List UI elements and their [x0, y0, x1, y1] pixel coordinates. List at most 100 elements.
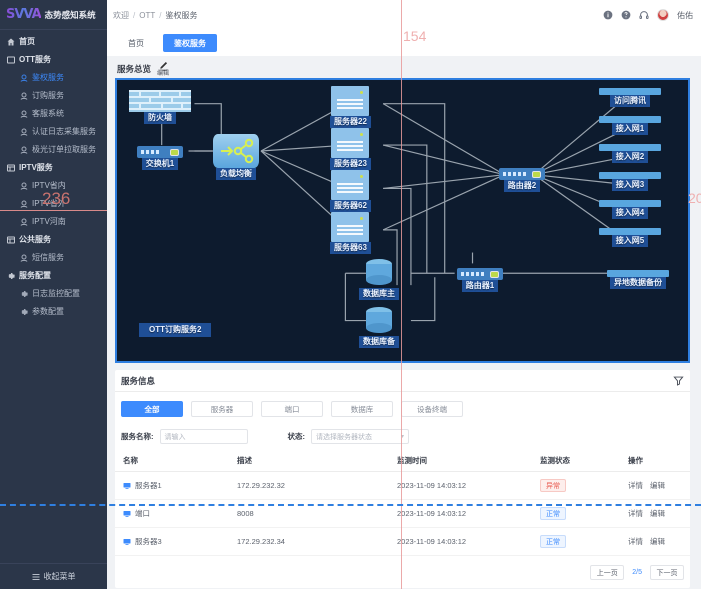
chip-server[interactable]: 服务器	[191, 401, 253, 417]
avatar[interactable]	[657, 9, 669, 21]
topology-node-server22[interactable]: 服务器22	[330, 86, 371, 128]
table-body: 服务器1 172.29.232.32 2023-11-09 14:03:12 异…	[115, 471, 690, 556]
topology-node-label: 服务器62	[330, 200, 371, 212]
sidebar-item-iptv-henan[interactable]: IPTV河南	[0, 213, 107, 231]
sidebar-item-iptv-out-province[interactable]: IPTV省外	[0, 195, 107, 213]
question-icon[interactable]	[621, 10, 631, 20]
topology-node-ott-order2[interactable]: OTT订购服务2	[139, 323, 212, 337]
sidebar-item-iptv[interactable]: IPTV服务	[0, 159, 107, 177]
network-icon	[599, 172, 661, 179]
sidebar-item-log-monitor-config[interactable]: 日志监控配置	[0, 285, 107, 303]
tab-auth-service[interactable]: 鉴权服务	[163, 34, 217, 52]
app-root: SVVA 态势感知系统 首页 OTT服务 鉴权服务 订购服务 客服系统 认证日志…	[0, 0, 701, 589]
row-name-cell: 服务器3	[123, 536, 237, 547]
tab-home[interactable]: 首页	[113, 34, 159, 52]
chip-database[interactable]: 数据库	[331, 401, 393, 417]
sidebar-item-label: 参数配置	[32, 307, 64, 316]
topology-node-label: 负载均衡	[216, 168, 256, 180]
topology-node-access5[interactable]: 接入网5	[599, 228, 661, 247]
sidebar-item-customer-service[interactable]: 客服系统	[0, 105, 107, 123]
status-select[interactable]: 请选择服务器状态 ▾	[311, 429, 409, 444]
server-icon	[331, 170, 370, 200]
topology-node-router1[interactable]: 路由器1	[457, 268, 503, 292]
table-row[interactable]: 服务器3 172.29.232.34 2023-11-09 14:03:12 正…	[115, 527, 690, 556]
overview-header: 服务总览 编辑	[115, 60, 693, 78]
circle-icon	[20, 128, 28, 136]
gear-icon	[7, 272, 15, 280]
breadcrumb-item-welcome[interactable]: 欢迎	[113, 10, 129, 21]
sidebar-item-aurora-order-pull[interactable]: 极光订单拉取服务	[0, 141, 107, 159]
prev-page-button[interactable]: 上一页	[590, 565, 625, 580]
topology-node-remote-backup[interactable]: 异地数据备份	[607, 270, 669, 289]
topology-node-loadbalancer[interactable]: 负载均衡	[213, 134, 259, 180]
main-area: 欢迎 / OTT / 鉴权服务 佑佑 首页 鉴权服务 服务总览 编辑 防火墙 交…	[107, 0, 701, 589]
sidebar-item-label: 订购服务	[32, 91, 64, 100]
topology-node-access2[interactable]: 接入网2	[599, 144, 661, 163]
edit-topology-button[interactable]: 编辑	[157, 61, 169, 77]
topology-node-tencent[interactable]: 访问腾讯	[599, 88, 661, 107]
filter-icon[interactable]	[673, 375, 684, 386]
collapse-menu-button[interactable]: 收起菜单	[0, 563, 107, 589]
sidebar-menu: 首页 OTT服务 鉴权服务 订购服务 客服系统 认证日志采集服务 极光订单拉取服…	[0, 30, 107, 563]
edit-link[interactable]: 编辑	[650, 536, 665, 547]
table-row[interactable]: 端口 8008 2023-11-09 14:03:12 正常 详情 编辑	[115, 499, 690, 528]
topology-node-access4[interactable]: 接入网4	[599, 200, 661, 219]
topology-node-label: 接入网3	[611, 179, 649, 191]
row-desc: 8008	[237, 499, 397, 528]
topology-node-server63[interactable]: 服务器63	[330, 212, 371, 254]
monitor-icon	[123, 510, 131, 517]
circle-icon	[20, 146, 28, 154]
info-icon[interactable]	[603, 10, 613, 20]
sidebar-item-service-config[interactable]: 服务配置	[0, 267, 107, 285]
row-desc: 172.29.232.34	[237, 527, 397, 556]
sidebar-item-iptv-in-province[interactable]: IPTV省内	[0, 177, 107, 195]
topology-node-label: 接入网4	[611, 207, 649, 219]
breadcrumb-item-ott[interactable]: OTT	[139, 11, 155, 20]
topology-node-server62[interactable]: 服务器62	[330, 170, 371, 212]
circle-icon	[20, 200, 28, 208]
topology-node-firewall[interactable]: 防火墙	[129, 90, 191, 124]
topology-node-switch1[interactable]: 交换机1	[137, 146, 183, 170]
topology-node-server23[interactable]: 服务器23	[330, 128, 371, 170]
edit-link[interactable]: 编辑	[650, 508, 665, 519]
edit-topology-label: 编辑	[157, 71, 170, 77]
grid-icon	[7, 164, 15, 172]
sidebar-item-label: IPTV服务	[19, 163, 53, 172]
sidebar-item-sms-service[interactable]: 短信服务	[0, 249, 107, 267]
gear-icon	[20, 308, 28, 316]
overview-title: 服务总览	[117, 64, 152, 74]
sidebar-item-param-config[interactable]: 参数配置	[0, 303, 107, 321]
topology-node-access1[interactable]: 接入网1	[599, 116, 661, 135]
sidebar-item-ott[interactable]: OTT服务	[0, 51, 107, 69]
network-icon	[599, 200, 661, 207]
sidebar-item-label: 公共服务	[19, 235, 51, 244]
pagination: 上一页 2/5 下一页	[115, 556, 690, 588]
table-row[interactable]: 服务器1 172.29.232.32 2023-11-09 14:03:12 异…	[115, 471, 690, 500]
chip-all[interactable]: 全部	[121, 401, 183, 417]
topology-node-router2[interactable]: 路由器2	[499, 168, 545, 192]
category-filter-chips: 全部 服务器 端口 数据库 设备终端	[115, 392, 690, 425]
service-name-label: 服务名称:	[121, 432, 154, 441]
grid-icon	[7, 236, 15, 244]
sidebar-item-label: IPTV省内	[32, 181, 66, 190]
database-icon	[359, 258, 399, 288]
topology-node-db-backup[interactable]: 数据库备	[359, 306, 399, 348]
topology-node-label: OTT订购服务2	[139, 323, 212, 337]
sidebar-item-order-service[interactable]: 订购服务	[0, 87, 107, 105]
detail-link[interactable]: 详情	[628, 508, 643, 519]
sidebar-item-auth-service[interactable]: 鉴权服务	[0, 69, 107, 87]
sidebar-item-home[interactable]: 首页	[0, 33, 107, 51]
chip-port[interactable]: 端口	[261, 401, 323, 417]
topology-node-db-master[interactable]: 数据库主	[359, 258, 399, 300]
sidebar-item-auth-log-collect[interactable]: 认证日志采集服务	[0, 123, 107, 141]
detail-link[interactable]: 详情	[628, 536, 643, 547]
service-name-input[interactable]: 请输入	[159, 429, 248, 444]
headset-icon[interactable]	[639, 10, 649, 20]
next-page-button[interactable]: 下一页	[650, 565, 684, 580]
topology-diagram[interactable]: 防火墙 交换机1 负载均衡 服务器22 服务器23 服务器62 服务器63 路由…	[115, 78, 690, 363]
chip-device-terminal[interactable]: 设备终端	[401, 401, 463, 417]
sidebar-item-public-service[interactable]: 公共服务	[0, 231, 107, 249]
edit-link[interactable]: 编辑	[650, 480, 665, 491]
detail-link[interactable]: 详情	[628, 480, 643, 491]
topology-node-access3[interactable]: 接入网3	[599, 172, 661, 191]
